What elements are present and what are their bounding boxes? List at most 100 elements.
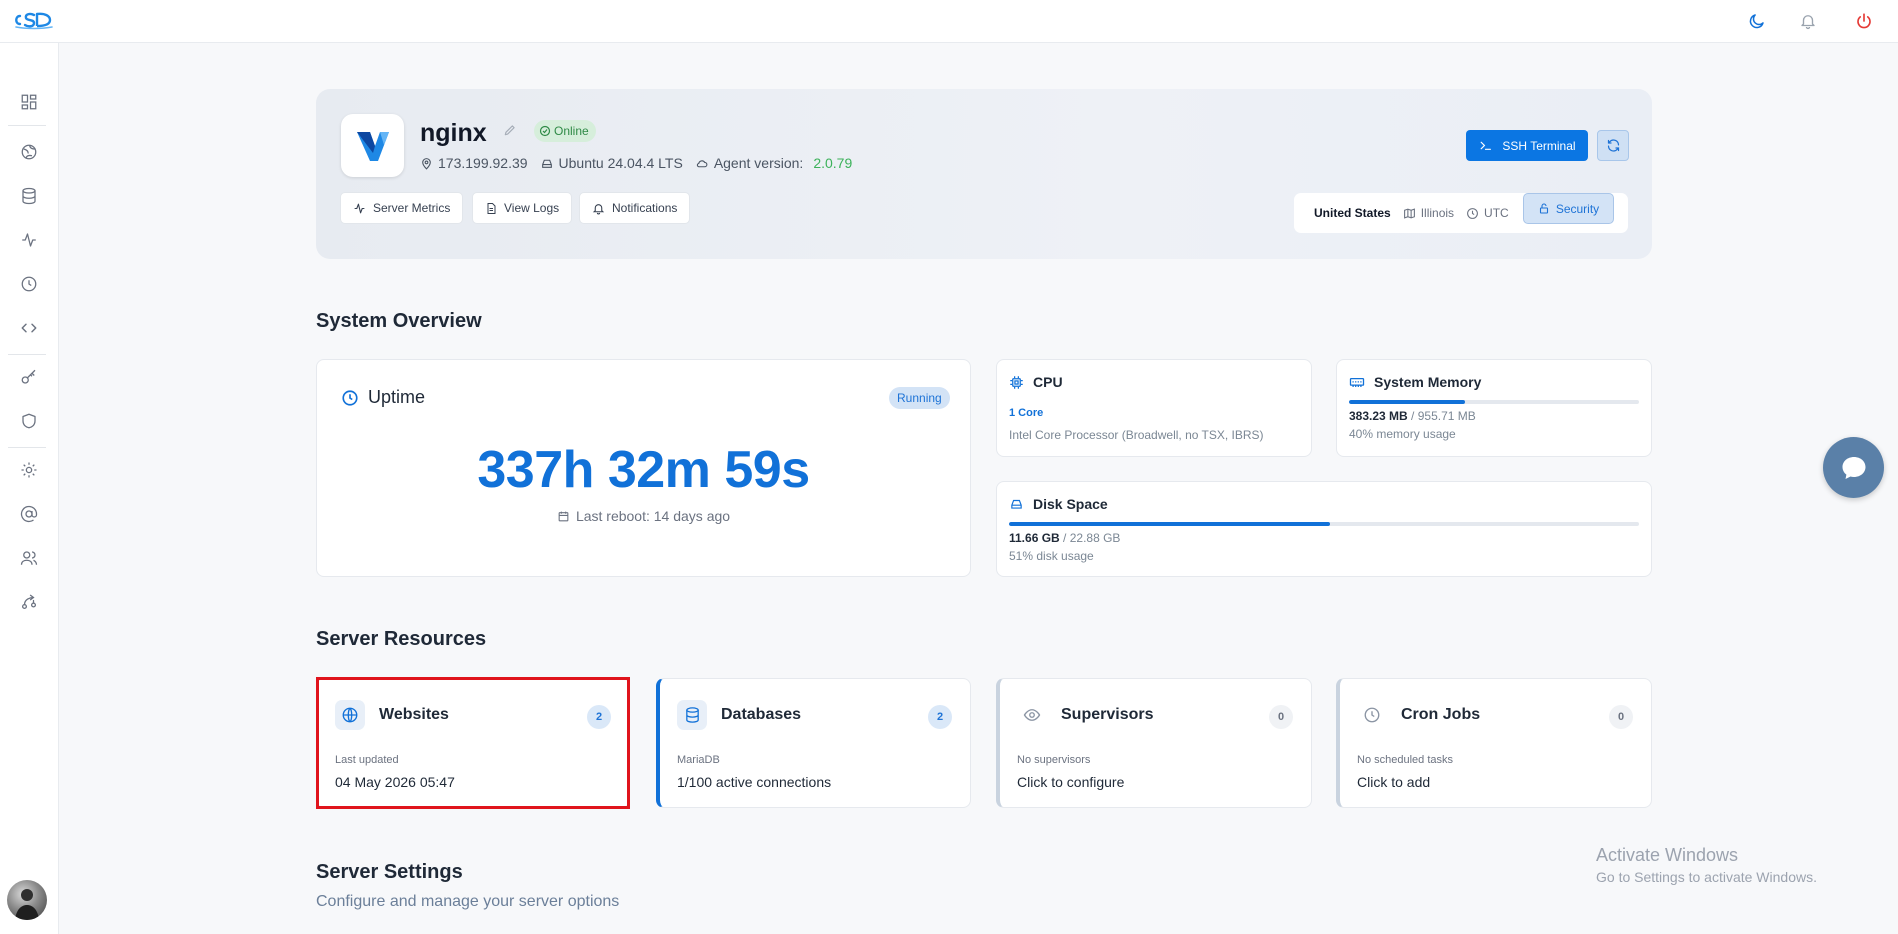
memory-used: 383.23 MB xyxy=(1349,409,1408,423)
view-logs-button[interactable]: View Logs xyxy=(472,192,573,224)
cpu-header: CPU xyxy=(1009,374,1063,390)
app-logo[interactable] xyxy=(12,8,54,30)
user-avatar[interactable] xyxy=(7,880,47,920)
cron-jobs-sub: No scheduled tasks xyxy=(1357,754,1453,766)
uptime-label: Uptime xyxy=(368,387,426,407)
memory-amount: 383.23 MB / 955.71 MB xyxy=(1349,409,1476,423)
security-label: Security xyxy=(1555,201,1600,216)
ssh-terminal-button[interactable]: SSH Terminal xyxy=(1466,130,1588,161)
clock-icon xyxy=(1357,700,1387,730)
server-settings-title: Server Settings xyxy=(316,861,463,883)
location-country: United States xyxy=(1314,206,1391,220)
hard-drive-icon xyxy=(541,159,552,168)
calendar-icon xyxy=(558,511,569,521)
cron-jobs-label: Cron Jobs xyxy=(1401,706,1481,723)
key-icon[interactable] xyxy=(16,364,42,390)
sidebar-divider xyxy=(8,125,46,126)
refresh-button[interactable] xyxy=(1597,130,1629,161)
dashboard-icon[interactable] xyxy=(16,89,42,115)
moon-icon[interactable] xyxy=(1744,8,1770,34)
websites-sub: Last updated xyxy=(335,754,399,766)
cpu-icon xyxy=(1010,375,1023,389)
database-icon[interactable] xyxy=(16,183,42,209)
websites-label: Websites xyxy=(379,706,449,723)
bell-icon[interactable] xyxy=(1795,8,1821,34)
supervisors-sub: No supervisors xyxy=(1017,754,1091,766)
location-region: Illinois xyxy=(1403,206,1454,220)
globe-icon xyxy=(335,700,365,730)
databases-value: 1/100 active connections xyxy=(677,774,832,790)
agent-version: Agent version: 2.0.79 xyxy=(695,155,852,171)
databases-card[interactable]: Databases 2 MariaDB 1/100 active connect… xyxy=(656,678,971,808)
websites-count: 2 xyxy=(587,705,611,729)
disk-usage-fill xyxy=(1009,522,1331,526)
top-bar xyxy=(0,0,1898,43)
database-icon xyxy=(677,700,707,730)
memory-label: System Memory xyxy=(1374,374,1482,390)
terminal-icon xyxy=(1480,141,1492,150)
at-sign-icon[interactable] xyxy=(16,501,42,527)
view-logs-label: View Logs xyxy=(504,201,560,215)
cpu-label: CPU xyxy=(1033,374,1063,390)
memory-total: / 955.71 MB xyxy=(1411,409,1476,423)
memory-usage-fill xyxy=(1349,400,1465,404)
users-icon[interactable] xyxy=(16,545,42,571)
server-name: nginx xyxy=(420,119,487,147)
map-pin-icon xyxy=(422,157,431,170)
server-metrics-button[interactable]: Server Metrics xyxy=(340,192,464,224)
activity-icon[interactable] xyxy=(16,227,42,253)
supervisors-card[interactable]: Supervisors 0 No supervisors Click to co… xyxy=(996,678,1312,808)
watermark-line1: Activate Windows xyxy=(1596,845,1739,865)
uptime-header: Uptime xyxy=(341,387,425,408)
memory-usage-text: 40% memory usage xyxy=(1349,427,1456,441)
cloud-icon xyxy=(696,159,708,167)
clock-icon[interactable] xyxy=(16,271,42,297)
cron-jobs-count: 0 xyxy=(1609,705,1633,729)
security-button[interactable]: Security xyxy=(1523,193,1614,224)
clock-icon xyxy=(342,389,358,406)
notifications-button[interactable]: Notifications xyxy=(579,192,691,224)
power-icon[interactable] xyxy=(1851,8,1877,34)
disk-card: Disk Space 11.66 GB / 22.88 GB 51% disk … xyxy=(996,481,1652,577)
status-badge: Online xyxy=(534,120,596,142)
disk-label: Disk Space xyxy=(1033,496,1108,512)
server-settings-subtitle: Configure and manage your server options xyxy=(316,893,620,910)
sidebar xyxy=(0,43,59,934)
chat-widget-button[interactable] xyxy=(1823,437,1884,498)
last-reboot: Last reboot: 14 days ago xyxy=(317,508,970,524)
hard-drive-icon xyxy=(1011,499,1022,509)
globe-icon[interactable] xyxy=(16,139,42,165)
route-icon[interactable] xyxy=(16,589,42,615)
websites-card[interactable]: Websites 2 Last updated 04 May 2026 05:4… xyxy=(316,678,630,808)
supervisors-value: Click to configure xyxy=(1017,774,1125,790)
cpu-model: Intel Core Processor (Broadwell, no TSX,… xyxy=(1009,428,1264,442)
system-overview-title: System Overview xyxy=(316,310,482,332)
uptime-card: Uptime Running 337h 32m 59s Last reboot:… xyxy=(316,359,971,577)
cron-jobs-card[interactable]: Cron Jobs 0 No scheduled tasks Click to … xyxy=(1336,678,1652,808)
running-badge: Running xyxy=(889,387,950,409)
location-timezone: UTC xyxy=(1466,206,1509,220)
server-ip: 173.199.92.39 xyxy=(420,155,528,171)
server-provider-logo xyxy=(341,114,404,177)
server-metrics-label: Server Metrics xyxy=(373,201,451,215)
notifications-label: Notifications xyxy=(612,201,678,215)
sidebar-divider xyxy=(8,447,46,448)
memory-icon xyxy=(1349,377,1365,387)
disk-header: Disk Space xyxy=(1009,496,1108,512)
sidebar-divider xyxy=(8,354,46,355)
disk-usage-bar xyxy=(1009,522,1639,526)
location-region-value: Illinois xyxy=(1420,206,1455,220)
shield-icon[interactable] xyxy=(16,408,42,434)
server-header-card: nginx Online 173.199.92.39 Ubuntu 24.04.… xyxy=(316,89,1652,259)
location-timezone-value: UTC xyxy=(1484,206,1509,220)
server-ip-value: 173.199.92.39 xyxy=(438,155,528,171)
server-os: Ubuntu 24.04.4 LTS xyxy=(540,155,683,171)
clock-icon xyxy=(1467,207,1478,219)
databases-count: 2 xyxy=(928,705,952,729)
gear-icon[interactable] xyxy=(16,457,42,483)
watermark-line2: Go to Settings to activate Windows. xyxy=(1596,869,1817,885)
edit-icon[interactable] xyxy=(503,123,517,137)
databases-sub: MariaDB xyxy=(677,754,720,766)
memory-card: System Memory 383.23 MB / 955.71 MB 40% … xyxy=(1336,359,1652,457)
code-icon[interactable] xyxy=(16,315,42,341)
